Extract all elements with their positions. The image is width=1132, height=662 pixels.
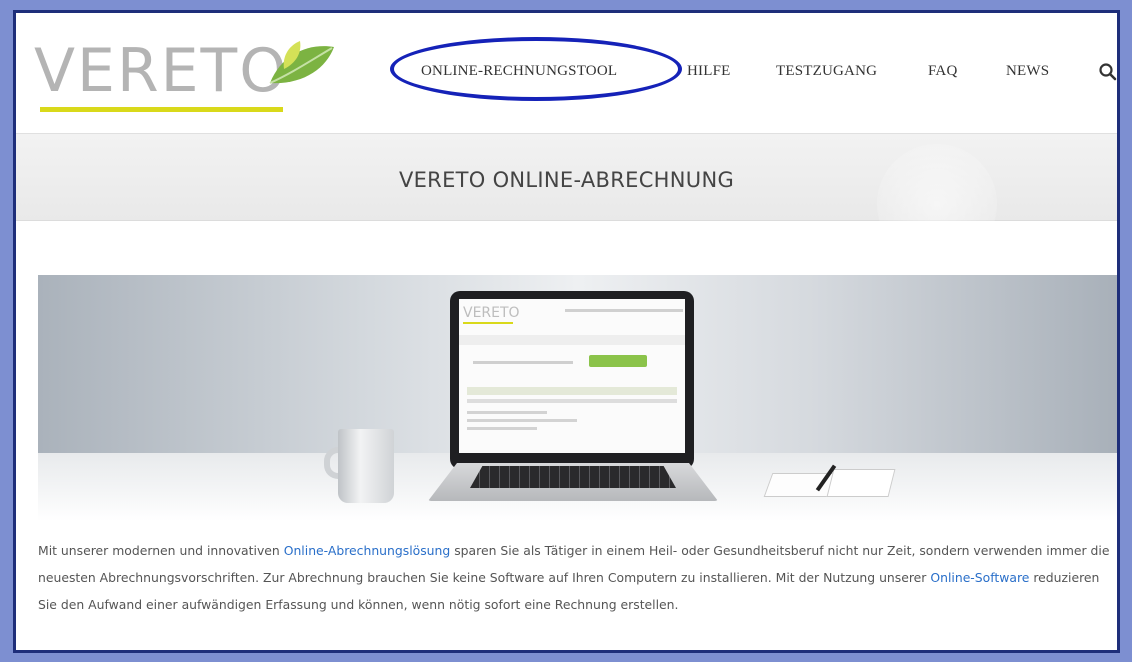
screen-green-button — [589, 355, 647, 367]
screen-nav — [565, 309, 683, 312]
screen-table-row — [467, 399, 677, 403]
nav-hilfe[interactable]: HILFE — [687, 63, 731, 80]
intro-text-1: Mit unserer modernen und innovativen — [38, 543, 284, 558]
laptop-keyboard — [470, 466, 676, 488]
page-title: VERETO ONLINE-ABRECHNUNG — [398, 168, 735, 192]
screen-logo: VERETO — [463, 305, 520, 321]
screen-text-line — [467, 419, 577, 422]
link-online-abrechnungsloesung[interactable]: Online-Abrechnungslösung — [284, 543, 451, 558]
screen-text-line — [473, 361, 573, 364]
search-icon[interactable] — [1098, 62, 1118, 82]
notebook-page-right — [826, 469, 896, 497]
laptop-screen-frame: VERETO — [450, 291, 694, 469]
nav-faq[interactable]: FAQ — [928, 63, 958, 80]
intro-paragraph: Mit unserer modernen und innovativen Onl… — [38, 537, 1117, 618]
page-title-band: VERETO ONLINE-ABRECHNUNG — [16, 133, 1117, 264]
nav-news[interactable]: NEWS — [1006, 63, 1049, 80]
screen-title-band — [459, 335, 685, 345]
link-online-software[interactable]: Online-Software — [930, 570, 1029, 585]
screen-table-row — [467, 387, 677, 395]
screen-text-line — [467, 411, 547, 414]
site-header: VERETO ONLINE-RECHNUNGSTOOL HILFE TESTZU… — [16, 13, 1117, 133]
browser-frame: VERETO ONLINE-RECHNUNGSTOOL HILFE TESTZU… — [13, 10, 1120, 653]
mug-image — [324, 429, 404, 509]
hero-image: VERETO — [38, 275, 1117, 521]
laptop-image: VERETO — [428, 291, 748, 511]
nav-testzugang[interactable]: TESTZUGANG — [776, 63, 877, 80]
screen-text-line — [467, 427, 537, 430]
highlight-ellipse — [390, 37, 682, 101]
mug-body — [338, 429, 394, 503]
screen-logo-underline — [463, 322, 513, 324]
laptop-screen: VERETO — [459, 299, 685, 453]
notebook-image — [763, 464, 898, 505]
